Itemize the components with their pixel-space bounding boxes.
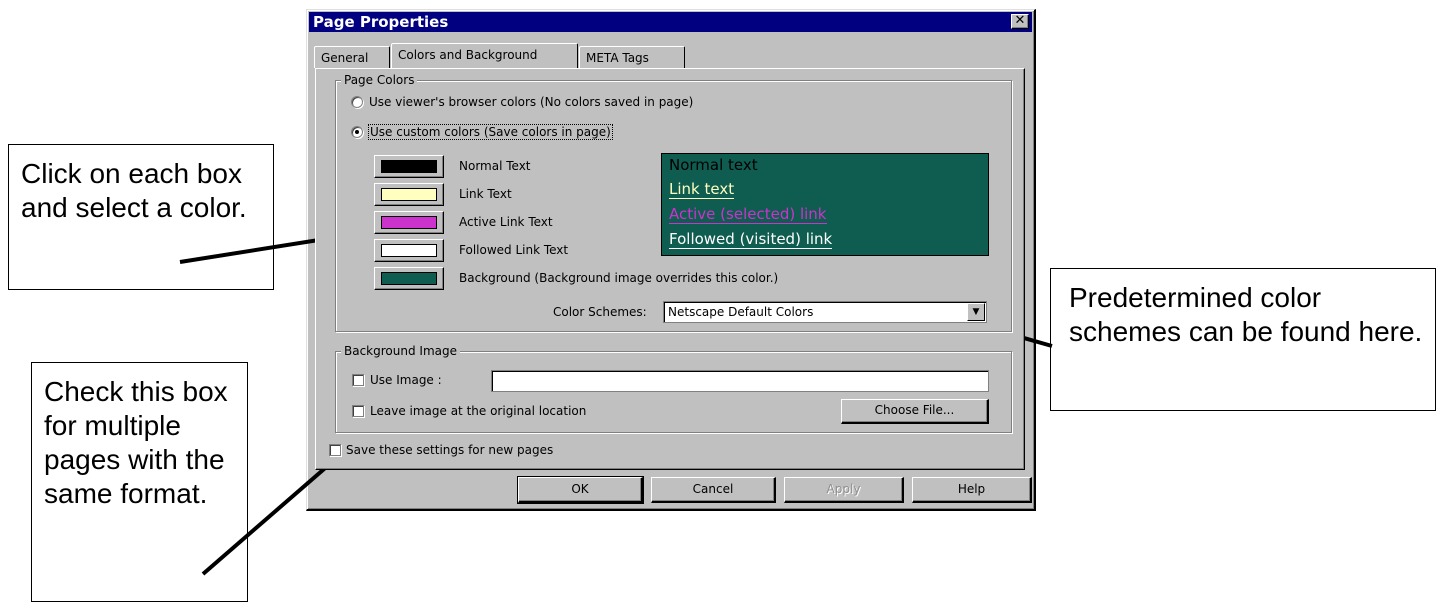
page-colors-legend: Page Colors bbox=[341, 73, 418, 87]
image-path-input[interactable] bbox=[491, 370, 989, 392]
color-schemes-value: Netscape Default Colors bbox=[668, 305, 814, 319]
background-color-button[interactable] bbox=[374, 267, 444, 290]
tab-colors-label: Colors and Background bbox=[398, 48, 538, 62]
choose-file-label: Choose File... bbox=[874, 403, 955, 417]
choose-file-button[interactable]: Choose File... bbox=[841, 399, 989, 424]
chevron-down-icon[interactable]: ▼ bbox=[967, 303, 985, 321]
tab-colors-and-background[interactable]: Colors and Background bbox=[391, 43, 578, 68]
page-properties-dialog: Page Properties ✕ General Colors and Bac… bbox=[306, 9, 1036, 511]
save-settings-label: Save these settings for new pages bbox=[346, 443, 554, 457]
link-text-label: Link Text bbox=[459, 187, 512, 201]
background-image-legend: Background Image bbox=[341, 344, 460, 358]
use-image-label: Use Image : bbox=[370, 373, 442, 387]
preview-followed-link: Followed (visited) link bbox=[669, 230, 833, 249]
active-link-label: Active Link Text bbox=[459, 215, 553, 229]
use-image-checkbox[interactable] bbox=[352, 374, 364, 386]
browser-colors-label[interactable]: Use viewer's browser colors (No colors s… bbox=[369, 95, 693, 109]
followed-link-swatch bbox=[381, 244, 437, 257]
active-link-swatch bbox=[381, 216, 437, 229]
normal-text-swatch bbox=[381, 160, 437, 173]
color-preview: Normal text Link text Active (selected) … bbox=[661, 153, 989, 256]
color-schemes-label: Color Schemes: bbox=[553, 305, 647, 319]
radio-selected-dot bbox=[355, 130, 359, 134]
tab-panel: Page Colors Use viewer's browser colors … bbox=[315, 68, 1025, 470]
save-settings-checkbox[interactable] bbox=[329, 444, 341, 456]
followed-link-color-button[interactable] bbox=[374, 239, 444, 262]
preview-link-text: Link text bbox=[669, 180, 735, 199]
custom-colors-radio[interactable] bbox=[351, 126, 363, 138]
preview-normal-text: Normal text bbox=[669, 156, 758, 174]
background-color-label: Background (Background image overrides t… bbox=[459, 271, 779, 285]
dropdown-arrow-glyph: ▼ bbox=[972, 307, 980, 317]
active-link-color-button[interactable] bbox=[374, 211, 444, 234]
leave-original-checkbox[interactable] bbox=[352, 405, 364, 417]
leave-original-label: Leave image at the original location bbox=[370, 404, 587, 418]
color-schemes-dropdown[interactable]: Netscape Default Colors ▼ bbox=[663, 301, 987, 323]
background-swatch bbox=[381, 272, 437, 285]
custom-colors-label[interactable]: Use custom colors (Save colors in page) bbox=[368, 124, 613, 140]
followed-link-label: Followed Link Text bbox=[459, 243, 569, 257]
browser-colors-radio[interactable] bbox=[351, 96, 363, 108]
link-text-color-button[interactable] bbox=[374, 183, 444, 206]
preview-active-link: Active (selected) link bbox=[669, 205, 827, 224]
link-text-swatch bbox=[381, 188, 437, 201]
normal-text-label: Normal Text bbox=[459, 159, 531, 173]
normal-text-color-button[interactable] bbox=[374, 155, 444, 178]
